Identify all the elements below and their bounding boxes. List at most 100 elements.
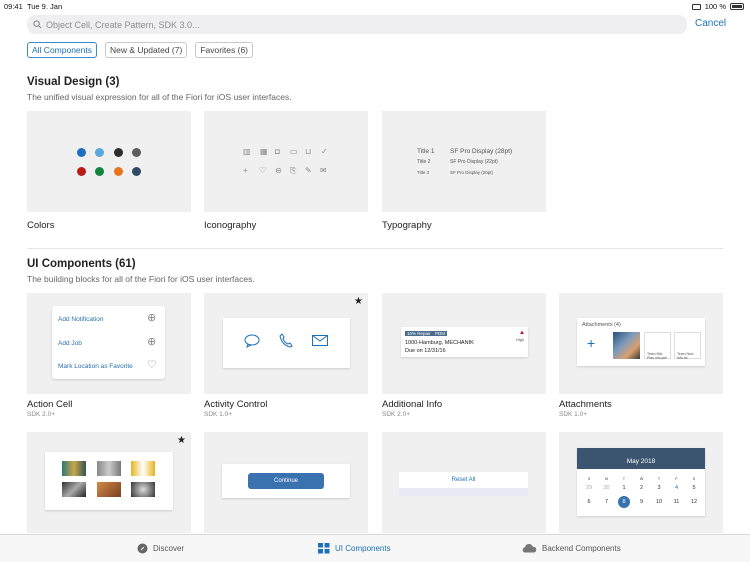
plus-icon: + [243,166,248,175]
attachments-sdk: SDK 1.0+ [559,411,588,418]
activity-control-card[interactable]: ★ [204,293,368,394]
reset-card[interactable]: Reset All [382,432,546,533]
action-row-label: Mark Location as Favorite [58,363,133,370]
tab-discover[interactable]: Discover [137,543,184,554]
action-cell-label: Action Cell [27,399,73,410]
share-icon: ⎘ [290,166,297,175]
info-line: 1000-Hamburg, MECHANIK [405,340,474,346]
button-card[interactable]: Continue [204,432,368,533]
camera-icon: ◘ [275,147,280,156]
attachments-title: Attachments (4) [582,322,621,328]
attachments-card[interactable]: Attachments (4) + Team Mkt. Plan info.pd… [559,293,723,394]
status-date: Tue 9. Jan [26,2,63,11]
grid-icon [318,543,330,554]
attachment-file: Team New Info.txt [674,332,701,360]
calendar-day[interactable]: 3 [653,482,665,494]
tag: PDM [433,331,447,336]
calendar-day[interactable]: 11 [671,496,683,508]
calendar-day[interactable]: 7 [601,496,613,508]
calendar-icon: ▦ [260,147,268,156]
thumbnail-image [62,461,86,476]
filter-chips: All Components New & Updated (7) Favorit… [27,42,254,58]
calendar-month: May 2018 [577,448,705,469]
phone-icon [279,333,293,348]
file-name: Team Mkt. Plan info.pdf [647,352,667,360]
calendar-day[interactable]: 2 [636,482,648,494]
visual-design-subtitle: The unified visual expression for all of… [27,92,292,102]
calendar-day[interactable]: 10 [653,496,665,508]
tab-bar: Discover UI Components Backend Component… [0,534,750,562]
thumbnail-image [131,482,155,497]
calendar-day[interactable]: 9 [636,496,648,508]
calendar-day[interactable]: 29 [583,482,595,494]
checkmark-icon: ✓ [321,147,328,156]
action-row-label: Add Job [58,340,82,347]
filter-new-updated[interactable]: New & Updated (7) [105,42,188,58]
tab-ui-components[interactable]: UI Components [318,543,391,554]
heart-icon: ♡ [147,359,157,371]
cloud-icon [522,544,537,553]
attachments-label: Attachments [559,399,612,410]
calendar-day[interactable]: 6 [583,496,595,508]
favorite-star-icon[interactable]: ★ [177,435,186,446]
add-icon: ⊕ [147,312,157,324]
colors-card[interactable] [27,111,191,212]
tab-label: Discover [153,544,185,553]
typography-card[interactable]: Title 1 SF Pro Display (28pt) Title 2 SF… [382,111,546,212]
calendar-day[interactable]: 4 [671,482,683,494]
reset-all-button: Reset All [399,472,528,488]
search-input[interactable]: Object Cell, Create Pattern, SDK 3.0... [46,20,200,30]
calendar-day[interactable]: 1 [618,482,630,494]
color-swatch [114,167,123,176]
email-icon [312,335,328,346]
type-font: SF Pro Display (28pt) [450,148,513,155]
action-row-label: Add Notification [58,316,104,323]
image-grid-preview [45,452,173,510]
ui-components-title: UI Components (61) [27,258,136,270]
calendar-day[interactable]: 30 [601,482,613,494]
filter-favorites[interactable]: Favorites (6) [195,42,254,58]
heart-icon: ♡ [259,166,267,175]
priority-label: High [516,337,525,342]
search-bar[interactable]: Object Cell, Create Pattern, SDK 3.0... [27,15,687,34]
calendar-card[interactable]: May 2018 S M T W T F S 29 30 1 2 3 4 5 6 7 8 9 10 11 12 [559,432,723,533]
battery-icon [730,3,744,10]
iconography-label: Iconography [204,220,257,231]
mail-icon: ✉ [320,166,327,175]
tab-label: Backend Components [542,543,621,553]
ui-components-subtitle: The building blocks for all of the Fiori… [27,274,255,284]
calendar-day[interactable]: 8 [618,496,630,508]
tag: 10% Repair [405,331,433,336]
cancel-button[interactable]: Cancel [695,18,726,29]
message-icon [244,334,260,348]
image-grid-card[interactable]: ★ [27,432,191,533]
continue-button: Continue [248,473,324,489]
additional-info-sdk: SDK 2.0+ [382,411,411,418]
add-attachment-icon: + [587,335,596,351]
calendar-day[interactable]: 5 [688,482,700,494]
attachment-file: Team Mkt. Plan info.pdf [644,332,671,360]
action-cell-card[interactable]: Add Notification ⊕ Add Job ⊕ Mark Locati… [27,293,191,394]
calendar-day[interactable]: 12 [688,496,700,508]
color-swatch [95,167,104,176]
color-swatch [77,148,86,157]
visual-design-title: Visual Design (3) [27,76,120,88]
typography-label: Typography [382,220,432,231]
activity-control-label: Activity Control [204,399,268,410]
tab-backend-components[interactable]: Backend Components [522,543,621,553]
minus-circle-icon: ⊖ [275,166,282,175]
activity-control-preview [223,318,350,368]
barcode-icon: ▥ [243,147,251,156]
attachment-photo [613,332,640,359]
info-line: Due on 12/31/16 [405,348,446,354]
section-divider [27,248,723,249]
tab-label: UI Components [335,544,391,553]
favorite-star-icon[interactable]: ★ [354,296,363,307]
additional-info-card[interactable]: 10% Repair PDM 1000-Hamburg, MECHANIK Du… [382,293,546,394]
action-cell-sdk: SDK 2.0+ [27,411,56,418]
additional-info-preview: 10% Repair PDM 1000-Hamburg, MECHANIK Du… [401,327,528,357]
file-name: Team New Info.txt [677,352,694,360]
iconography-card[interactable]: ▥ ▦ ◘ ▭ ⊔ ✓ + ♡ ⊖ ⎘ ✎ ✉ [204,111,368,212]
filter-all-components[interactable]: All Components [27,42,98,58]
thumbnail-image [97,482,121,497]
